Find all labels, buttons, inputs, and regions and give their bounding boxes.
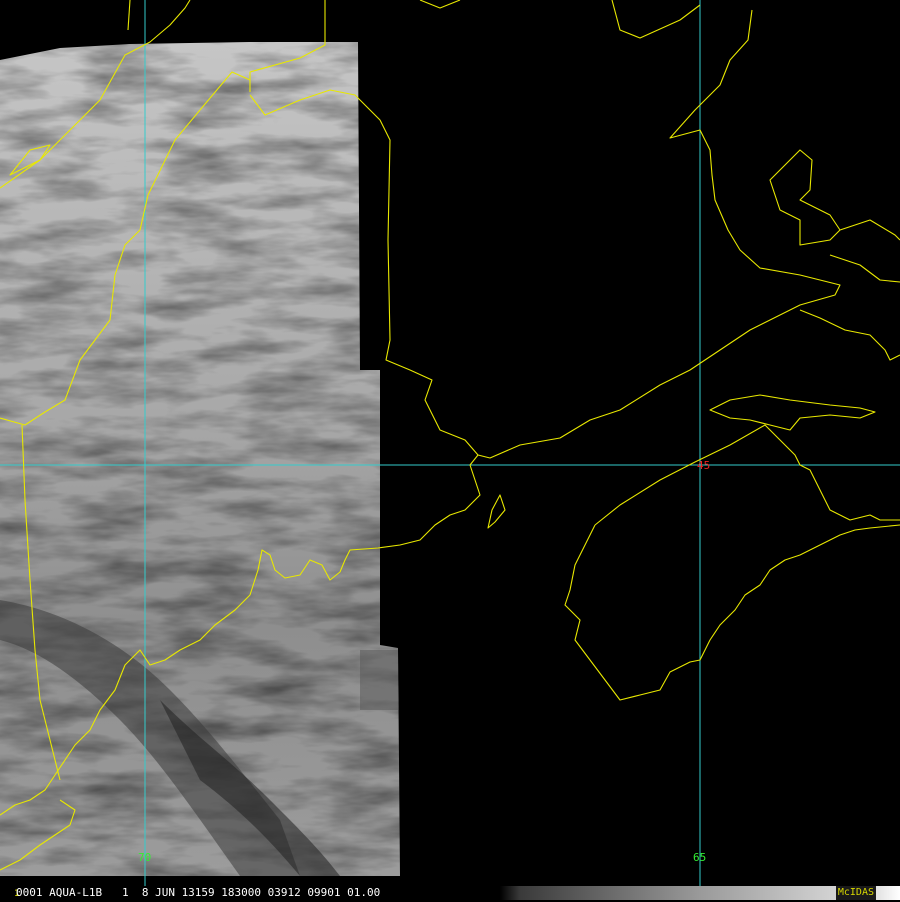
lon-label-70: 70 <box>138 851 151 864</box>
mcidas-brand-label: McIDAS <box>835 886 876 900</box>
status-bar: 1 0001 AQUA-L1B 1 8 JUN 13159 183000 039… <box>0 886 900 900</box>
lat-label-45: 45 <box>697 459 710 472</box>
lon-label-65: 65 <box>693 851 706 864</box>
satellite-image-viewer[interactable]: 70 65 45 1 0001 AQUA-L1B 1 8 JUN 13159 1… <box>0 0 900 900</box>
image-metadata-text: 0001 AQUA-L1B 1 8 JUN 13159 183000 03912… <box>16 886 381 899</box>
satellite-swath <box>0 42 400 876</box>
map-canvas[interactable]: 70 65 45 <box>0 0 900 886</box>
